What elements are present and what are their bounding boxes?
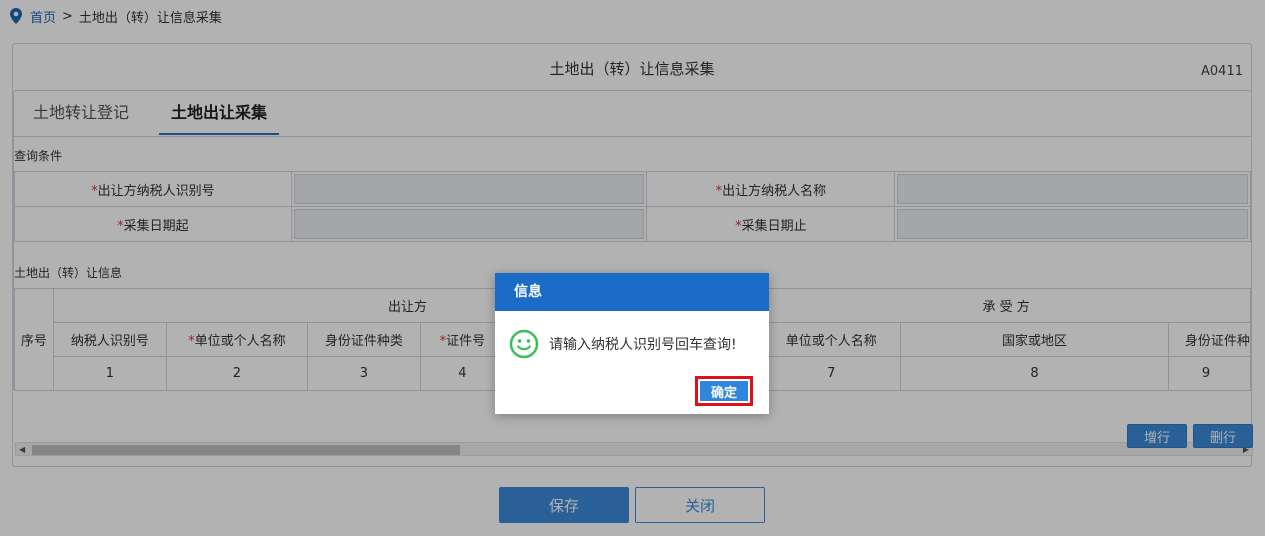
dialog-body: 请输入纳税人识别号回车查询!	[509, 329, 737, 359]
modal-overlay	[0, 0, 1265, 536]
dialog-title: 信息	[495, 273, 769, 311]
ok-button[interactable]: 确定	[700, 381, 748, 401]
smiley-icon	[509, 329, 539, 359]
dialog-message: 请输入纳税人识别号回车查询!	[549, 337, 737, 353]
info-dialog: 信息 请输入纳税人识别号回车查询! 确定	[495, 273, 769, 414]
ok-button-highlight: 确定	[695, 376, 753, 406]
